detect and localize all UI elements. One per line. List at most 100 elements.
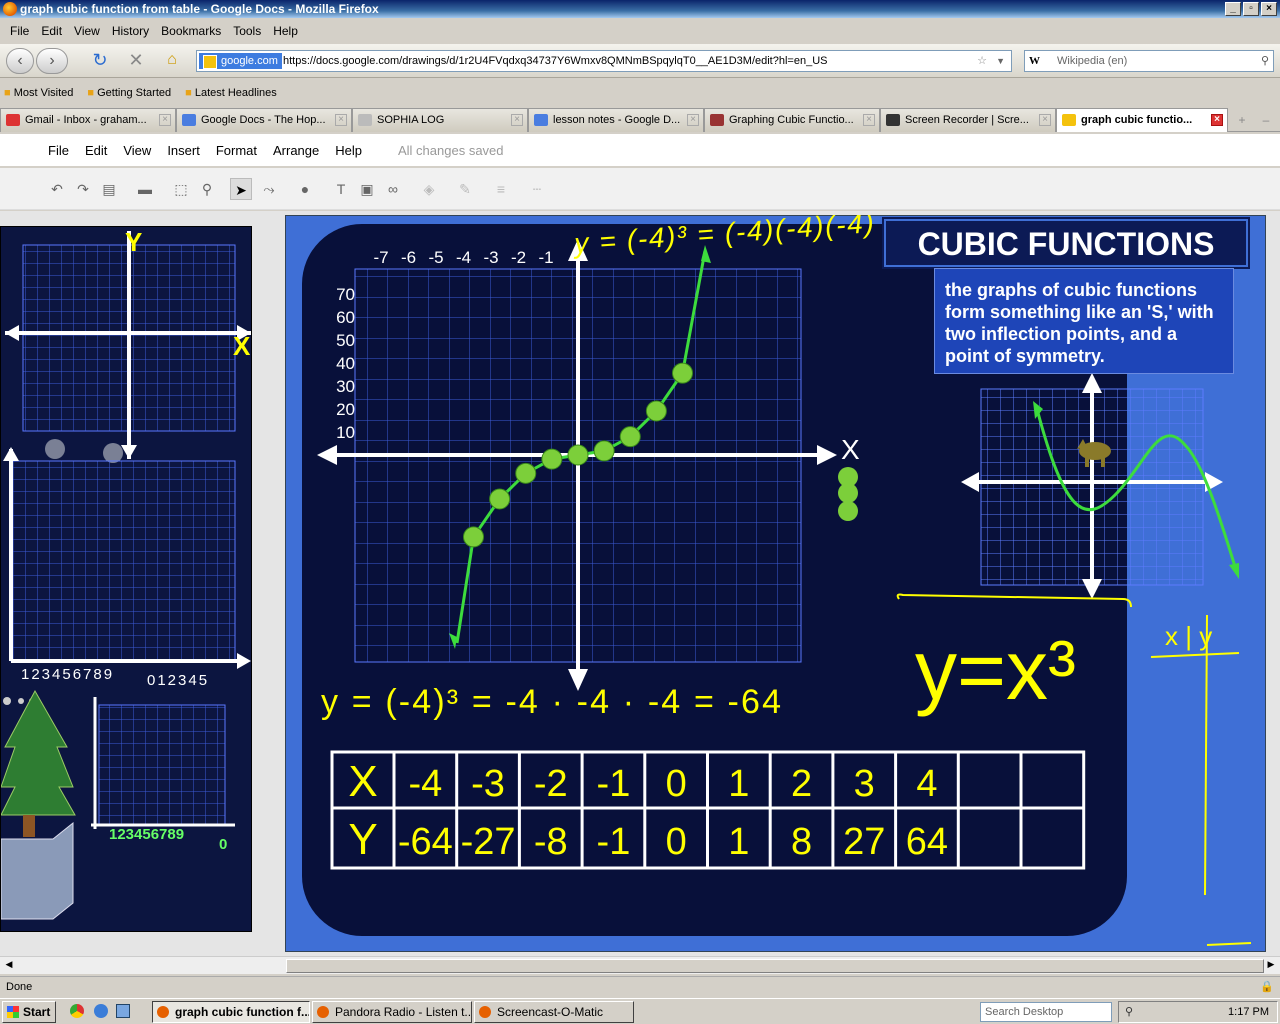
bookmark-most-visited[interactable]: Most Visited bbox=[4, 87, 74, 99]
y-tick-label: 40 bbox=[336, 354, 355, 373]
docs-menu-file[interactable]: File bbox=[40, 143, 77, 158]
line-dash-icon[interactable]: ┄ bbox=[526, 178, 548, 200]
bookmark-latest-headlines[interactable]: Latest Headlines bbox=[185, 87, 277, 99]
tab-close-icon[interactable]: × bbox=[511, 114, 523, 126]
search-icon[interactable]: ⚲ bbox=[1261, 51, 1269, 71]
handwritten-bottom: y = (-4)³ = -4 · -4 · -4 = -64 bbox=[321, 683, 781, 721]
tab-close-icon[interactable]: × bbox=[335, 114, 347, 126]
equation-cubic: y=x³ bbox=[915, 623, 1076, 717]
wikipedia-icon[interactable]: W bbox=[1029, 51, 1040, 71]
tab-close-icon[interactable]: × bbox=[1211, 114, 1223, 126]
maximize-button[interactable]: ▫ bbox=[1243, 2, 1259, 16]
tab-strip: Gmail - Inbox - graham... × Google Docs -… bbox=[0, 108, 1280, 132]
task-screencast[interactable]: Screencast-O-Matic bbox=[474, 1001, 634, 1023]
table-y-cell: 8 bbox=[791, 821, 812, 863]
cube-icon bbox=[0, 821, 74, 920]
tab-close-icon[interactable]: × bbox=[1039, 114, 1051, 126]
table-x-cell: -3 bbox=[471, 763, 505, 805]
tab-sophia-log[interactable]: SOPHIA LOG × bbox=[352, 108, 528, 132]
folder-quicklaunch-icon[interactable] bbox=[116, 1004, 130, 1018]
scroll-left-icon[interactable]: ◀ bbox=[2, 959, 16, 973]
tab-screen-recorder[interactable]: Screen Recorder | Scre... × bbox=[880, 108, 1056, 132]
menu-tools[interactable]: Tools bbox=[227, 24, 267, 38]
bookmark-star-icon[interactable]: ☆ bbox=[977, 51, 987, 71]
tab-lesson-notes[interactable]: lesson notes - Google D... × bbox=[528, 108, 704, 132]
y-tick-label: 30 bbox=[336, 377, 355, 396]
stop-icon[interactable]: ✕ bbox=[122, 48, 150, 74]
close-button[interactable]: × bbox=[1261, 2, 1277, 16]
tab-gmail[interactable]: Gmail - Inbox - graham... × bbox=[0, 108, 176, 132]
forward-icon[interactable]: › bbox=[36, 48, 68, 74]
docs-icon bbox=[182, 114, 196, 126]
curve-point bbox=[593, 440, 615, 462]
scrollbar-thumb[interactable] bbox=[286, 959, 1264, 973]
docs-menu-view[interactable]: View bbox=[115, 143, 159, 158]
minimize-button[interactable]: _ bbox=[1225, 2, 1241, 16]
shape-tool-icon[interactable]: ● bbox=[294, 178, 316, 200]
undo-icon[interactable]: ↶ bbox=[46, 178, 68, 200]
reload-icon[interactable]: ↻ bbox=[86, 48, 114, 74]
table-x-cell: -4 bbox=[408, 763, 442, 805]
line-tool-icon[interactable]: ⤳ bbox=[258, 178, 280, 200]
curve-point bbox=[567, 444, 589, 466]
tab-google-docs-hop[interactable]: Google Docs - The Hop... × bbox=[176, 108, 352, 132]
menu-bookmarks[interactable]: Bookmarks bbox=[155, 24, 227, 38]
table-x-cell: 4 bbox=[916, 763, 937, 805]
start-button[interactable]: Start bbox=[2, 1001, 56, 1023]
clock: 1:17 PM bbox=[1228, 1006, 1269, 1018]
textbox-icon[interactable]: T bbox=[330, 178, 352, 200]
left-ticks-b: 012345 bbox=[147, 672, 209, 689]
curve-point bbox=[619, 426, 641, 448]
new-tab-icon[interactable]: + bbox=[1228, 108, 1256, 131]
select-icon[interactable]: ➤ bbox=[230, 178, 252, 200]
gmail-icon bbox=[6, 114, 20, 126]
task-firefox[interactable]: graph cubic function f... bbox=[152, 1001, 310, 1023]
y-tick-label: 50 bbox=[336, 331, 355, 350]
tab-label: Google Docs - The Hop... bbox=[201, 114, 326, 126]
menu-edit[interactable]: Edit bbox=[35, 24, 68, 38]
url-dropdown-icon[interactable]: ▼ bbox=[996, 51, 1005, 71]
curve-point bbox=[463, 526, 484, 548]
menu-history[interactable]: History bbox=[106, 24, 155, 38]
tab-close-icon[interactable]: × bbox=[159, 114, 171, 126]
offslide-panel: Y X 123456789 012345 123456789 0 bbox=[0, 226, 252, 932]
chrome-quicklaunch-icon[interactable] bbox=[70, 1004, 84, 1018]
search-input[interactable]: W Wikipedia (en) ⚲ bbox=[1024, 50, 1274, 72]
back-icon[interactable]: ‹ bbox=[6, 48, 34, 74]
ie-quicklaunch-icon[interactable] bbox=[94, 1004, 108, 1018]
redo-icon[interactable]: ↷ bbox=[72, 178, 94, 200]
docs-menu-arrange[interactable]: Arrange bbox=[265, 143, 327, 158]
tab-graph-cubic-active[interactable]: graph cubic functio... × bbox=[1056, 108, 1228, 132]
clipboard-icon[interactable]: ▤ bbox=[98, 178, 120, 200]
paint-format-icon[interactable]: ▬ bbox=[134, 178, 156, 200]
home-icon[interactable]: ⌂ bbox=[158, 48, 186, 74]
scroll-right-icon[interactable]: ▶ bbox=[1264, 959, 1278, 973]
fit-icon[interactable]: ⬚ bbox=[170, 178, 192, 200]
horizontal-scrollbar[interactable]: ◀ ▶ bbox=[0, 956, 1280, 974]
link-icon[interactable]: ∞ bbox=[382, 178, 404, 200]
line-weight-icon[interactable]: ≡ bbox=[490, 178, 512, 200]
menu-help[interactable]: Help bbox=[267, 24, 304, 38]
tab-close-icon[interactable]: × bbox=[863, 114, 875, 126]
task-pandora[interactable]: Pandora Radio - Listen t... bbox=[312, 1001, 472, 1023]
docs-menu-help[interactable]: Help bbox=[327, 143, 370, 158]
docs-menu-format[interactable]: Format bbox=[208, 143, 265, 158]
axis-x-label: X bbox=[841, 434, 860, 465]
docs-menu-insert[interactable]: Insert bbox=[159, 143, 208, 158]
url-input[interactable]: google.com https://docs.google.com/drawi… bbox=[196, 50, 1012, 72]
menu-file[interactable]: File bbox=[4, 24, 35, 38]
tab-graphing-cubic[interactable]: Graphing Cubic Functio... × bbox=[704, 108, 880, 132]
image-icon[interactable]: ▣ bbox=[356, 178, 378, 200]
mini-table-label: x | y bbox=[1165, 621, 1212, 651]
tab-list-icon[interactable]: – bbox=[1256, 108, 1276, 131]
menu-view[interactable]: View bbox=[68, 24, 106, 38]
desktop-search-input[interactable]: Search Desktop ⚲ bbox=[980, 1002, 1133, 1022]
bookmark-getting-started[interactable]: Getting Started bbox=[87, 87, 171, 99]
tab-close-icon[interactable]: × bbox=[687, 114, 699, 126]
line-color-icon[interactable]: ✎ bbox=[454, 178, 476, 200]
zoom-icon[interactable]: ⚲ bbox=[196, 178, 218, 200]
site-identity-badge[interactable]: google.com bbox=[199, 53, 282, 69]
tab-label: graph cubic functio... bbox=[1081, 114, 1193, 126]
fill-color-icon[interactable]: ◈ bbox=[418, 178, 440, 200]
docs-menu-edit[interactable]: Edit bbox=[77, 143, 115, 158]
